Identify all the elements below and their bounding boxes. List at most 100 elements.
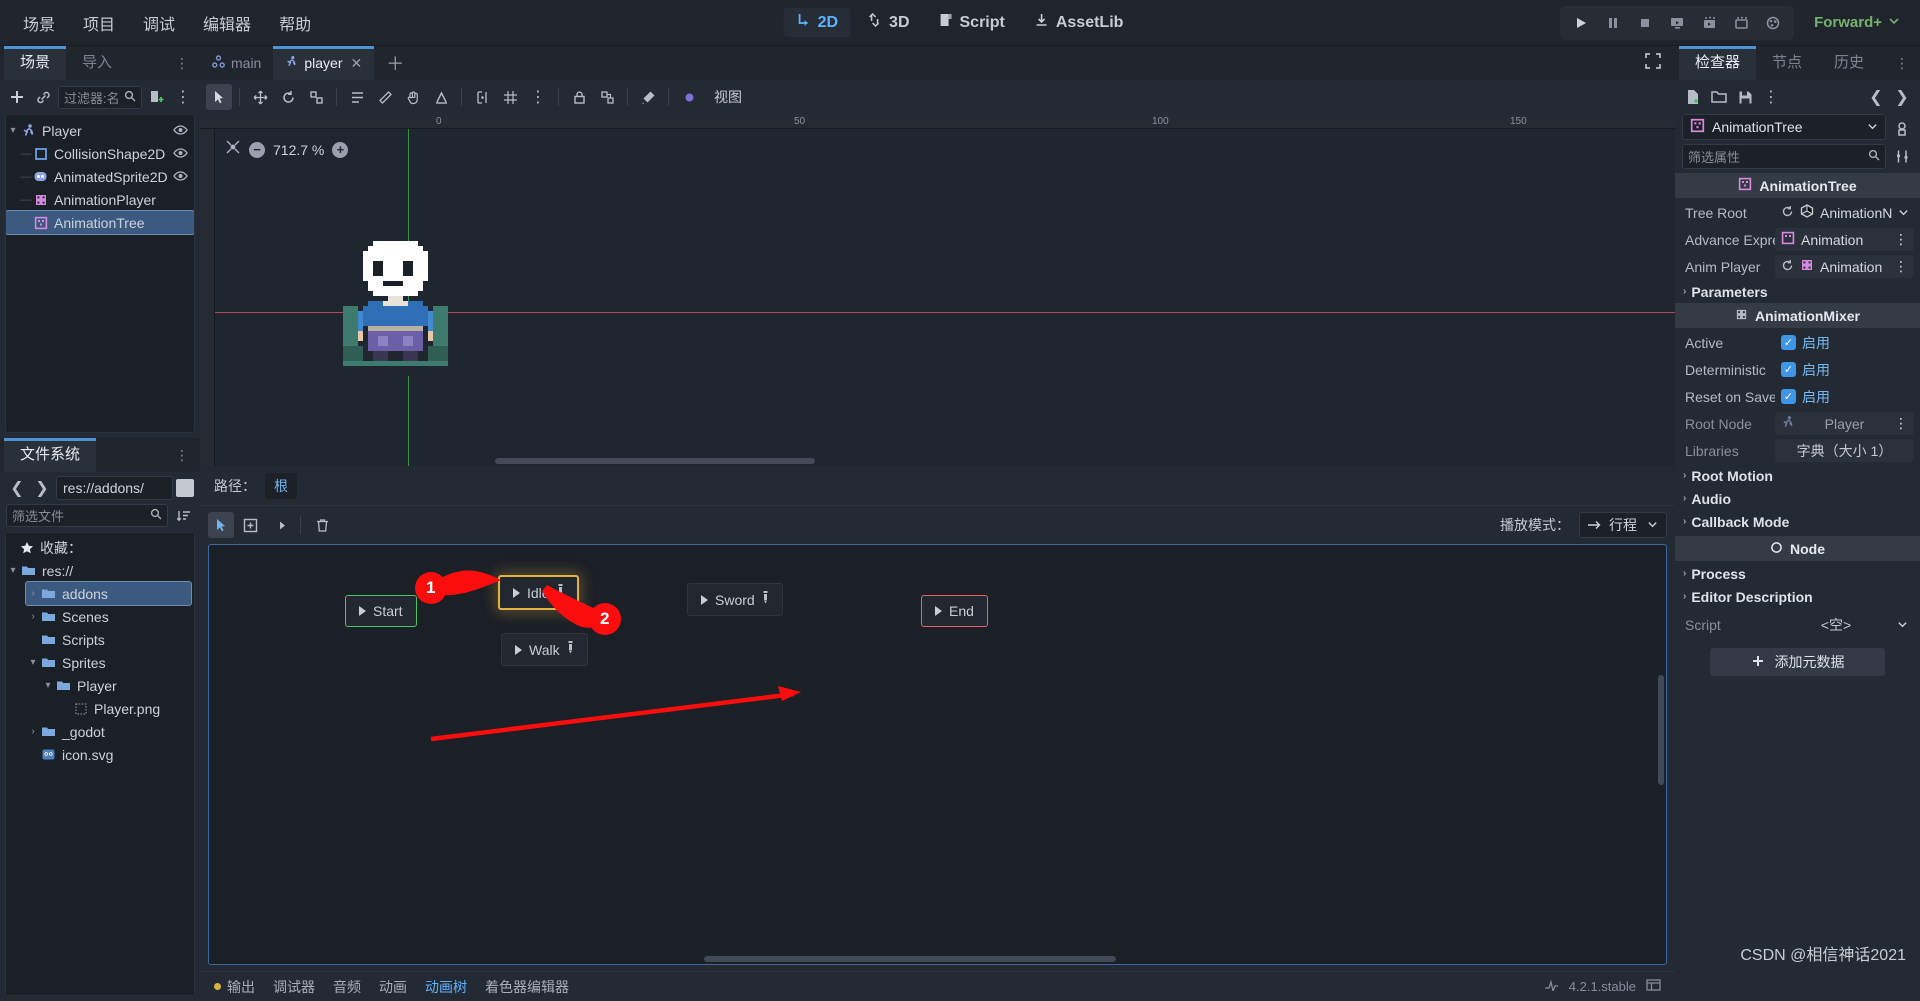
filesystem-menu-icon[interactable]: ⋮ [165, 447, 200, 464]
state-node-walk[interactable]: Walk [501, 633, 588, 666]
visibility-eye-icon[interactable] [173, 169, 188, 185]
save-resource-icon[interactable] [1734, 86, 1756, 108]
edit-pen-icon[interactable] [567, 641, 574, 658]
bottom-tab-debugger[interactable]: 调试器 [273, 977, 315, 997]
menu-item-project[interactable]: 项目 [70, 6, 128, 40]
chevron-down-icon[interactable] [1898, 205, 1909, 221]
expand-arrow-icon[interactable]: ▾ [6, 565, 20, 576]
scene-tree-item-collisionshape2d[interactable]: — CollisionShape2D [6, 142, 194, 165]
state-node-idle[interactable]: Idle [498, 575, 579, 610]
renderer-selector[interactable]: Forward+ [1806, 10, 1908, 35]
inspector-more-icon[interactable]: ⋮ [1760, 86, 1782, 108]
inspector-filter-input[interactable]: 筛选属性 [1682, 144, 1886, 169]
property-value[interactable]: Animation ⋮ [1775, 255, 1914, 278]
smart-snap-icon[interactable] [428, 84, 454, 110]
property-value[interactable]: Player ⋮ [1775, 412, 1914, 435]
fs-item-scripts[interactable]: Scripts [6, 628, 194, 651]
fs-item-addons[interactable]: › addons [25, 581, 192, 606]
menu-item-debug[interactable]: 调试 [130, 6, 188, 40]
pause-button[interactable] [1598, 9, 1628, 37]
canvas-hscrollbar[interactable] [215, 458, 1675, 464]
fs-item-res[interactable]: ▾ res:// [6, 559, 194, 582]
toggle-split-mode-button[interactable] [176, 479, 194, 497]
history-back-button[interactable]: ❮ [1865, 86, 1887, 108]
graph-hscrollbar[interactable] [209, 956, 1666, 962]
menu-item-editor[interactable]: 编辑器 [190, 6, 264, 40]
open-resource-icon[interactable] [1708, 86, 1730, 108]
attach-script-button[interactable] [146, 86, 168, 108]
grid-icon[interactable] [497, 84, 523, 110]
checkbox-checked-icon[interactable]: ✓ [1781, 389, 1796, 404]
revert-icon[interactable] [1781, 205, 1794, 221]
checkbox-checked-icon[interactable]: ✓ [1781, 362, 1796, 377]
expand-arrow-icon[interactable]: ▾ [6, 125, 20, 136]
scene-panel-menu-icon[interactable]: ⋮ [165, 55, 200, 72]
tab-scene[interactable]: 场景 [4, 46, 67, 80]
delete-icon[interactable] [309, 512, 335, 538]
instance-child-scene-button[interactable] [32, 86, 54, 108]
close-icon[interactable]: ✕ [351, 55, 363, 72]
state-node-sword[interactable]: Sword [687, 583, 783, 616]
property-group-callback-mode[interactable]: › Callback Mode [1675, 510, 1920, 533]
expand-editor-icon[interactable] [1631, 52, 1675, 74]
lock-icon[interactable] [566, 84, 592, 110]
nav-back-button[interactable]: ❮ [6, 477, 28, 499]
filesystem-filter-input[interactable]: 筛选文件 [6, 504, 168, 527]
edit-pen-icon[interactable] [557, 584, 564, 601]
zoom-out-button[interactable]: − [249, 141, 265, 158]
property-group-editor-description[interactable]: › Editor Description [1675, 585, 1920, 608]
property-row-active[interactable]: Active ✓ 启用 [1675, 329, 1920, 356]
scale-mode-icon[interactable] [303, 84, 329, 110]
bottom-tab-output[interactable]: 输出 [214, 977, 255, 997]
tab-node[interactable]: 节点 [1756, 46, 1818, 80]
doc-tab-main[interactable]: main [200, 46, 273, 80]
state-node-start[interactable]: Start [345, 595, 417, 627]
filesystem-tree[interactable]: 收藏： ▾ res:// › addons › Scenes Scripts ▾… [5, 532, 195, 996]
fs-item-sprites[interactable]: ▾ Sprites [6, 651, 194, 674]
property-row-deterministic[interactable]: Deterministic ✓ 启用 [1675, 356, 1920, 383]
expand-arrow-icon[interactable]: ▾ [41, 680, 55, 691]
expand-arrow-icon[interactable]: ▾ [26, 657, 40, 668]
property-row-tree-root[interactable]: Tree Root AnimationN [1675, 199, 1920, 226]
preview-toggle-icon[interactable] [225, 139, 241, 160]
view-menu-button[interactable]: 视图 [704, 84, 752, 110]
property-group-parameters[interactable]: › Parameters [1675, 280, 1920, 303]
checkbox-checked-icon[interactable]: ✓ [1781, 335, 1796, 350]
rotate-mode-icon[interactable] [275, 84, 301, 110]
tab-history[interactable]: 历史 [1818, 46, 1880, 80]
play-button[interactable] [1566, 9, 1596, 37]
property-group-root-motion[interactable]: › Root Motion [1675, 464, 1920, 487]
bottom-tab-shader-editor[interactable]: 着色器编辑器 [485, 977, 569, 997]
state-node-end[interactable]: End [921, 595, 988, 627]
expand-arrow-icon[interactable]: › [26, 726, 40, 737]
property-menu-icon[interactable]: ⋮ [1894, 231, 1908, 248]
play-remote-button[interactable] [1662, 9, 1692, 37]
animation-state-machine-graph[interactable]: Start Idle Walk Sword End 1 2 [208, 544, 1667, 965]
chevron-down-icon[interactable] [1897, 617, 1908, 633]
open-docs-icon[interactable] [1891, 118, 1913, 140]
tab-import[interactable]: 导入 [66, 46, 128, 80]
menu-item-help[interactable]: 帮助 [266, 6, 324, 40]
property-row-root-node[interactable]: Root Node Player ⋮ [1675, 410, 1920, 437]
bottom-tab-animation[interactable]: 动画 [379, 977, 407, 997]
play-scene-button[interactable] [1694, 9, 1724, 37]
snap-options-icon[interactable]: ⋮ [525, 84, 551, 110]
sort-files-button[interactable] [172, 505, 194, 527]
inspector-properties[interactable]: AnimationTree Tree Root AnimationN Advan… [1675, 173, 1920, 1001]
fs-item-icon-svg[interactable]: icon.svg [6, 743, 194, 766]
new-resource-icon[interactable] [1682, 86, 1704, 108]
property-row-script[interactable]: Script <空> [1675, 611, 1920, 638]
history-forward-button[interactable]: ❯ [1891, 86, 1913, 108]
move-mode-icon[interactable] [247, 84, 273, 110]
skeleton-icon[interactable] [676, 84, 702, 110]
inspector-tools-icon[interactable] [1891, 146, 1913, 168]
graph-vscrollbar[interactable] [1658, 545, 1664, 964]
edit-pen-icon[interactable] [762, 591, 769, 608]
zoom-in-button[interactable]: + [332, 141, 349, 158]
tab-filesystem[interactable]: 文件系统 [4, 438, 97, 472]
property-row-reset-on-save[interactable]: Reset on Save ✓ 启用 [1675, 383, 1920, 410]
inspector-menu-icon[interactable]: ⋮ [1885, 55, 1920, 72]
player-sprite[interactable] [333, 241, 473, 376]
revert-icon[interactable] [1781, 259, 1794, 275]
toggle-snap-icon[interactable] [469, 84, 495, 110]
